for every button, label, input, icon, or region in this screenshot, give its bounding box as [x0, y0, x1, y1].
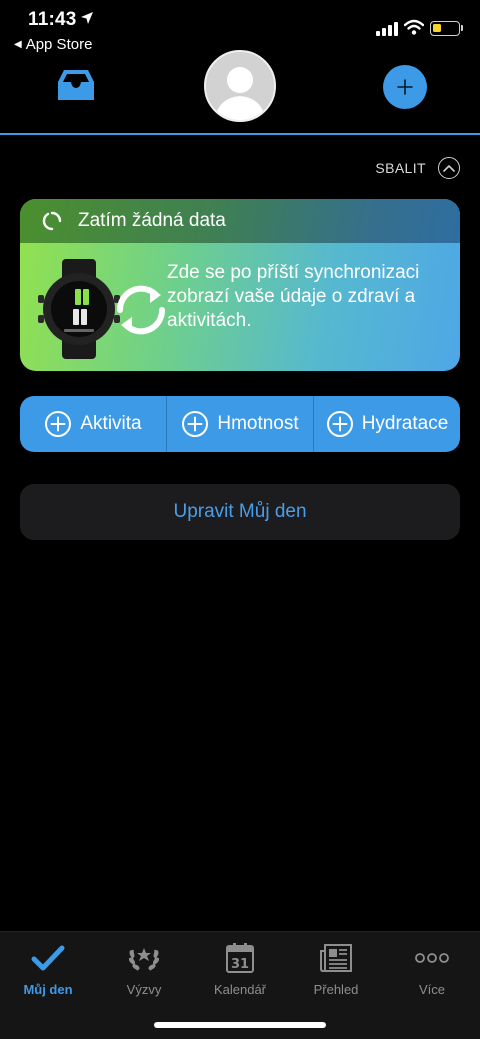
tab-my-day[interactable]: Můj den	[0, 940, 96, 997]
add-activity-button[interactable]: Aktivita	[20, 396, 166, 452]
checkmark-icon	[28, 940, 68, 976]
add-button[interactable]	[383, 65, 427, 109]
add-hydration-button[interactable]: Hydratace	[313, 396, 460, 452]
sync-arrows-icon	[116, 285, 166, 335]
home-indicator	[154, 1022, 326, 1028]
sync-card-header: Zatím žádná data	[20, 199, 460, 243]
plus-circle-icon	[326, 411, 353, 437]
add-weight-button[interactable]: Hmotnost	[166, 396, 313, 452]
inbox-icon[interactable]	[56, 68, 96, 102]
battery-level	[433, 24, 441, 32]
tab-overview[interactable]: Přehled	[288, 940, 384, 997]
watch-illustration	[38, 259, 120, 359]
tab-label: Kalendář	[213, 982, 267, 997]
newspaper-icon	[316, 940, 356, 976]
back-app-label: App Store	[25, 36, 93, 53]
add-weight-label: Hmotnost	[217, 413, 299, 434]
more-dots-icon	[412, 940, 452, 976]
add-hydration-label: Hydratace	[361, 413, 449, 434]
battery-tip	[461, 25, 463, 31]
wifi-icon	[404, 19, 424, 35]
tab-label: Přehled	[313, 982, 359, 997]
signal-bars-icon	[376, 22, 398, 36]
calendar-icon: 31	[220, 940, 260, 976]
plus-circle-icon	[182, 411, 209, 437]
edit-my-day-button[interactable]: Upravit Můj den	[20, 484, 460, 540]
tab-more[interactable]: Více	[384, 940, 480, 997]
back-caret-icon: ◀	[14, 39, 22, 50]
add-activity-label: Aktivita	[80, 413, 142, 434]
quick-add-bar: Aktivita Hmotnost Hydratace	[20, 396, 460, 452]
sync-card-title: Zatím žádná data	[78, 210, 226, 231]
tab-label: Více	[418, 982, 445, 997]
status-time: 11:43	[28, 9, 77, 30]
calendar-day: 31	[231, 957, 249, 972]
tab-challenges[interactable]: Výzvy	[96, 940, 192, 997]
sync-spinner-icon	[42, 211, 62, 231]
collapse-label: SBALIT	[375, 160, 426, 176]
profile-avatar[interactable]	[204, 50, 276, 122]
plus-icon	[397, 79, 413, 95]
battery-icon	[430, 21, 460, 36]
plus-circle-icon	[45, 411, 72, 437]
back-to-app-store[interactable]: ◀ App Store	[14, 36, 92, 53]
user-avatar-icon	[214, 67, 266, 120]
tab-label: Můj den	[23, 982, 73, 997]
collapse-toggle[interactable]: SBALIT	[375, 157, 460, 179]
sync-message: Zde se po příští synchronizaci zobrazí v…	[167, 262, 420, 332]
sync-status-card: Zatím žádná data Zde se po příští synchr…	[20, 199, 460, 371]
tab-label: Výzvy	[126, 982, 162, 997]
tab-calendar[interactable]: 31 Kalendář	[192, 940, 288, 997]
laurel-icon	[124, 940, 164, 976]
header-divider	[0, 133, 480, 135]
chevron-up-icon	[438, 157, 460, 179]
location-arrow-icon	[81, 12, 93, 24]
